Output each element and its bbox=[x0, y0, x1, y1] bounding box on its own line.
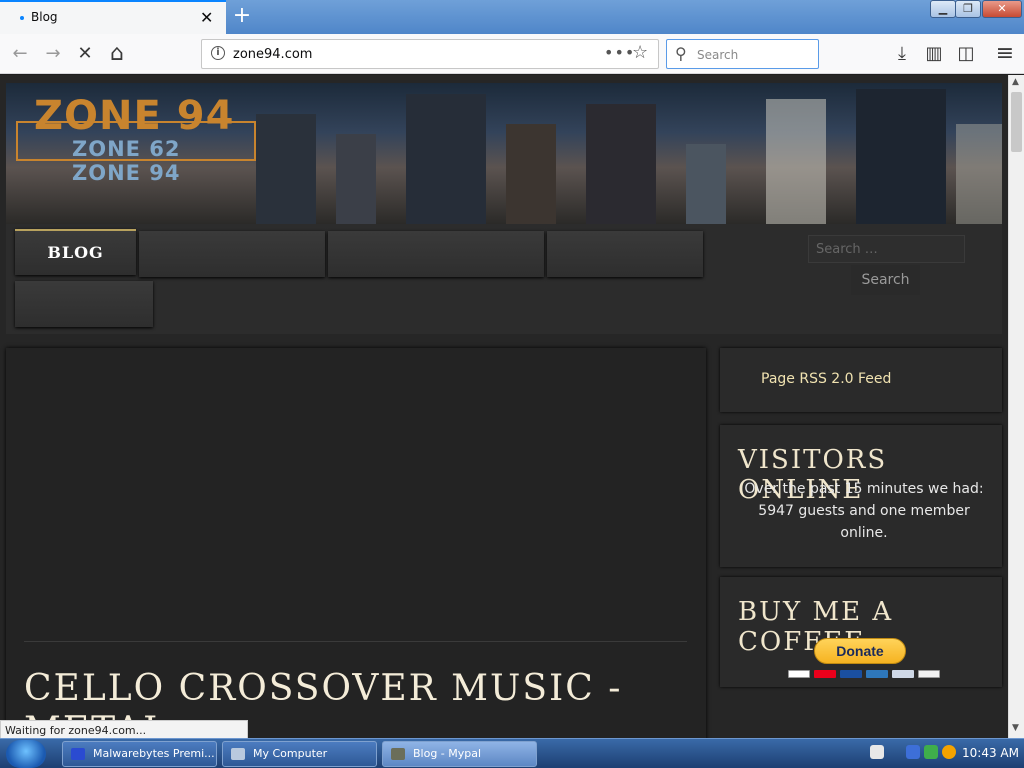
system-tray bbox=[866, 745, 956, 763]
address-bar[interactable]: i zone94.com ••• ☆ bbox=[201, 39, 659, 69]
search-icon: ⚲ bbox=[675, 44, 687, 63]
logo-subtitle-2: ZONE 94 bbox=[72, 161, 181, 185]
minimize-button[interactable]: ▁ bbox=[930, 0, 956, 18]
menu-item-2[interactable] bbox=[139, 231, 325, 277]
scroll-down-icon[interactable]: ▼ bbox=[1012, 723, 1019, 733]
url-text[interactable]: zone94.com bbox=[233, 47, 312, 62]
menu-icon[interactable]: ≡ bbox=[992, 42, 1018, 66]
menu-item-4[interactable] bbox=[547, 231, 703, 277]
rss-widget: Page RSS 2.0 Feed bbox=[720, 348, 1002, 412]
site-info-icon[interactable]: i bbox=[211, 46, 225, 60]
malwarebytes-icon bbox=[71, 748, 85, 760]
home-icon[interactable]: ⌂ bbox=[104, 42, 130, 66]
taskbar-item-label: Malwarebytes Premi... bbox=[93, 747, 215, 760]
loading-indicator-icon bbox=[20, 16, 24, 20]
start-button[interactable] bbox=[6, 740, 46, 768]
keyboard-icon[interactable] bbox=[870, 745, 884, 759]
stop-icon[interactable]: ✕ bbox=[72, 42, 98, 66]
tab-blog[interactable]: Blog ✕ bbox=[0, 0, 226, 34]
malwarebytes-tray-icon[interactable] bbox=[906, 745, 920, 759]
donate-button[interactable]: Donate bbox=[814, 638, 906, 664]
clock[interactable]: 10:43 AM bbox=[962, 746, 1019, 760]
main-content: CELLO CROSSOVER MUSIC - METAL bbox=[6, 348, 706, 738]
restore-button[interactable]: ❐ bbox=[955, 0, 981, 18]
taskbar: Malwarebytes Premi... My Computer Blog -… bbox=[0, 738, 1024, 768]
card-icon bbox=[892, 670, 914, 678]
taskbar-item-my-computer[interactable]: My Computer bbox=[222, 741, 377, 767]
divider bbox=[24, 641, 687, 642]
card-icon bbox=[918, 670, 940, 678]
tab-strip: Blog ✕ + ▁ ❐ ✕ bbox=[0, 0, 1024, 34]
web-page: ZONE 94 ZONE 62 ZONE 94 BLOG Search … Se… bbox=[0, 75, 1008, 738]
search-tray-icon[interactable] bbox=[942, 745, 956, 759]
library-icon[interactable]: ▥ bbox=[921, 42, 947, 66]
header-banner[interactable]: ZONE 94 ZONE 62 ZONE 94 bbox=[6, 83, 1002, 224]
rss-feed-link[interactable]: Page RSS 2.0 Feed bbox=[761, 371, 891, 387]
taskbar-item-malwarebytes[interactable]: Malwarebytes Premi... bbox=[62, 741, 217, 767]
status-bar: Waiting for zone94.com... bbox=[0, 720, 248, 739]
logo-subtitle-1: ZONE 62 bbox=[72, 137, 181, 161]
card-icon bbox=[814, 670, 836, 678]
tab-title: Blog bbox=[31, 10, 58, 24]
close-window-button[interactable]: ✕ bbox=[982, 0, 1022, 18]
site-logo[interactable]: ZONE 94 bbox=[34, 93, 234, 139]
bookmark-star-icon[interactable]: ☆ bbox=[632, 42, 648, 63]
menu-item-label: BLOG bbox=[47, 243, 104, 262]
menu-item-blog[interactable]: BLOG bbox=[15, 229, 136, 275]
card-icon bbox=[840, 670, 862, 678]
menu-item-5[interactable] bbox=[15, 281, 153, 327]
taskbar-item-label: Blog - Mypal bbox=[413, 747, 482, 760]
computer-icon bbox=[231, 748, 245, 760]
coffee-widget: BUY ME A COFFEE Donate bbox=[720, 577, 1002, 687]
back-icon[interactable]: ← bbox=[7, 42, 33, 66]
sidebar-search-button[interactable]: Search bbox=[851, 265, 920, 295]
sidebar-search-input[interactable]: Search … bbox=[808, 235, 965, 263]
menu-item-3[interactable] bbox=[328, 231, 544, 277]
taskbar-item-label: My Computer bbox=[253, 747, 328, 760]
browser-search-input[interactable]: ⚲ Search bbox=[666, 39, 819, 69]
search-placeholder: Search bbox=[697, 48, 739, 62]
scroll-up-icon[interactable]: ▲ bbox=[1012, 77, 1019, 87]
close-tab-icon[interactable]: ✕ bbox=[200, 8, 213, 27]
download-icon[interactable]: ⤓ bbox=[889, 42, 915, 66]
card-icon bbox=[866, 670, 888, 678]
page-actions-icon[interactable]: ••• bbox=[604, 43, 635, 62]
card-icon bbox=[788, 670, 810, 678]
visitors-text: Over the past 15 minutes we had: 5947 gu… bbox=[744, 481, 984, 541]
browser-icon bbox=[391, 748, 405, 760]
sidebar-icon[interactable]: ◫ bbox=[953, 42, 979, 66]
vertical-scrollbar[interactable]: ▲ ▼ bbox=[1008, 75, 1024, 738]
taskbar-item-blog-mypal[interactable]: Blog - Mypal bbox=[382, 741, 537, 767]
scrollbar-thumb[interactable] bbox=[1011, 92, 1022, 152]
visitors-widget: VISITORS ONLINE Over the past 15 minutes… bbox=[720, 425, 1002, 567]
forward-icon[interactable]: → bbox=[40, 42, 66, 66]
network-icon[interactable] bbox=[924, 745, 938, 759]
navigation-toolbar: ← → ✕ ⌂ i zone94.com ••• ☆ ⚲ Search ⤓ ▥ … bbox=[0, 34, 1024, 74]
new-tab-button[interactable]: + bbox=[231, 3, 253, 29]
